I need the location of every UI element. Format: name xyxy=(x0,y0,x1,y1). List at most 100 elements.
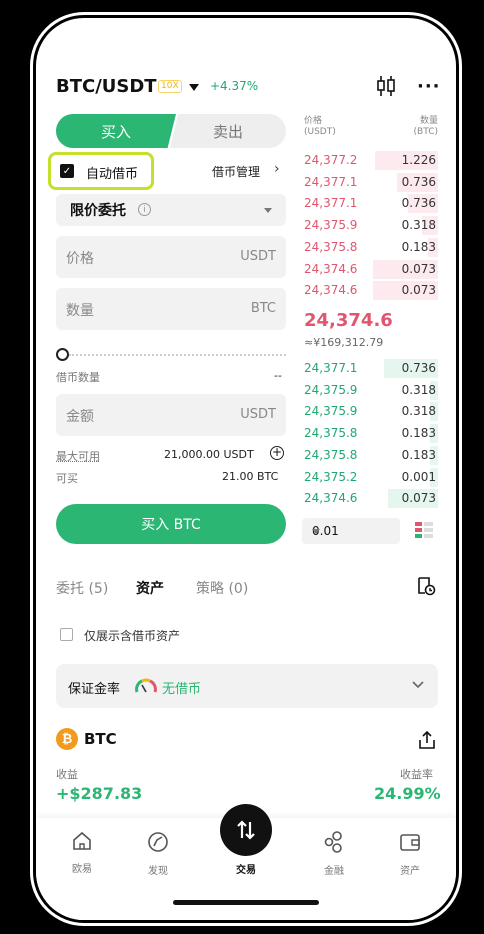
nav-discover[interactable]: 发现 xyxy=(128,830,188,877)
candlestick-chart-icon[interactable] xyxy=(376,75,396,97)
ask-row[interactable]: 24,374.6 0.073 xyxy=(302,259,438,280)
tab-strategy[interactable]: 策略 (0) xyxy=(196,578,248,598)
bid-row[interactable]: 24,377.1 0.736 xyxy=(302,358,438,379)
bid-row[interactable]: 24,375.2 0.001 xyxy=(302,467,438,488)
app-screen: BTC/USDT 10X +4.37% ··· 买入 卖出 ✓ 自动借币 借币管… xyxy=(36,18,456,920)
nav-home[interactable]: 欧易 xyxy=(52,830,112,875)
price-change: +4.37% xyxy=(210,79,259,93)
asset-coin-name[interactable]: BTC xyxy=(84,730,117,748)
amount-slider[interactable] xyxy=(56,348,286,361)
auto-borrow-label[interactable]: 自动借币 xyxy=(86,163,138,182)
ask-row[interactable]: 24,377.1 0.736 xyxy=(302,193,438,214)
plus-circle-icon[interactable]: + xyxy=(270,446,284,460)
amount-input[interactable]: 数量 BTC xyxy=(56,288,286,330)
bid-qty: 0.318 xyxy=(401,404,436,419)
ob-qty-header-text: 数量 xyxy=(419,116,438,126)
nav-assets-label: 资产 xyxy=(400,866,420,877)
can-buy-label: 可买 xyxy=(56,472,78,485)
slider-handle[interactable] xyxy=(56,348,69,361)
trade-button[interactable] xyxy=(220,804,272,856)
ask-price: 24,375.9 xyxy=(304,218,358,233)
nav-finance[interactable]: 金融 xyxy=(304,830,364,877)
ask-row[interactable]: 24,375.8 0.183 xyxy=(302,237,438,258)
filter-checkbox[interactable] xyxy=(60,628,73,641)
bid-qty: 0.736 xyxy=(401,361,436,375)
ob-price-header-text: 价格 xyxy=(304,116,323,126)
compass-icon xyxy=(148,832,168,852)
max-available-label[interactable]: 最大可用 xyxy=(56,448,100,464)
margin-ratio-card[interactable]: 保证金率 无借币 xyxy=(56,664,438,708)
chevron-down-icon xyxy=(312,529,320,534)
borrow-qty-label: 借币数量 xyxy=(56,371,100,384)
sell-tab[interactable]: 卖出 xyxy=(170,114,286,148)
bid-qty: 0.183 xyxy=(401,447,436,462)
ask-price: 24,377.2 xyxy=(304,153,358,167)
buy-tab[interactable]: 买入 xyxy=(56,114,176,148)
ask-qty: 0.073 xyxy=(401,261,436,276)
ask-row[interactable]: 24,375.9 0.318 xyxy=(302,215,438,236)
home-indicator xyxy=(173,900,319,905)
bid-qty: 0.073 xyxy=(401,491,436,506)
chevron-right-icon[interactable]: › xyxy=(274,161,280,177)
ask-row[interactable]: 24,377.1 0.736 xyxy=(302,172,438,193)
filter-label[interactable]: 仅展示含借币资产 xyxy=(84,627,180,644)
ask-qty: 0.736 xyxy=(401,196,436,211)
ask-qty: 1.226 xyxy=(401,153,436,167)
tab-orders[interactable]: 委托 (5) xyxy=(56,578,108,598)
bid-row[interactable]: 24,375.9 0.318 xyxy=(302,401,438,422)
info-icon[interactable]: i xyxy=(138,203,151,216)
bid-qty: 0.318 xyxy=(401,382,436,397)
swap-arrows-icon xyxy=(237,820,255,840)
bid-row[interactable]: 24,374.6 0.073 xyxy=(302,488,438,509)
pnl-rate-label: 收益率 xyxy=(400,768,433,781)
bid-price: 24,375.2 xyxy=(304,469,358,484)
order-type-select[interactable]: 限价委托 i xyxy=(56,194,286,226)
bid-row[interactable]: 24,375.8 0.183 xyxy=(302,445,438,466)
ask-row[interactable]: 24,377.2 1.226 xyxy=(302,150,438,171)
history-icon[interactable] xyxy=(416,576,436,596)
bid-price: 24,375.9 xyxy=(304,382,358,397)
orderbook-layout-icon[interactable] xyxy=(414,520,434,542)
finance-icon xyxy=(324,831,342,853)
ask-qty: 0.183 xyxy=(401,239,436,254)
ob-price-unit: (USDT) xyxy=(304,127,336,137)
ob-price-header: 价格 (USDT) xyxy=(304,116,336,138)
leverage-badge: 10X xyxy=(158,80,182,93)
ask-price: 24,374.6 xyxy=(304,283,358,298)
chevron-down-icon xyxy=(412,681,424,689)
more-icon[interactable]: ··· xyxy=(417,76,441,97)
bid-row[interactable]: 24,375.8 0.183 xyxy=(302,423,438,444)
price-unit: USDT xyxy=(240,249,276,264)
ask-price: 24,375.8 xyxy=(304,239,358,254)
total-placeholder: 金额 xyxy=(66,409,94,425)
amount-unit: BTC xyxy=(250,301,276,316)
borrow-manage-link[interactable]: 借币管理 xyxy=(212,163,260,180)
ask-qty: 0.736 xyxy=(401,174,436,189)
pnl-label: 收益 xyxy=(56,768,78,781)
nav-assets[interactable]: 资产 xyxy=(380,830,440,877)
ob-qty-header: 数量 (BTC) xyxy=(410,116,438,138)
btc-coin-icon: ₿ xyxy=(56,728,78,750)
precision-select[interactable]: 0.01 xyxy=(302,518,400,544)
ask-price: 24,377.1 xyxy=(304,174,358,189)
price-input[interactable]: 价格 USDT xyxy=(56,236,286,278)
slider-track xyxy=(69,354,286,356)
ask-qty: 0.073 xyxy=(401,283,436,298)
bid-row[interactable]: 24,375.9 0.318 xyxy=(302,380,438,401)
auto-borrow-checkbox[interactable]: ✓ xyxy=(60,164,74,178)
share-icon[interactable] xyxy=(418,730,436,750)
pair-dropdown-icon[interactable] xyxy=(189,84,199,91)
total-unit: USDT xyxy=(240,407,276,422)
nav-finance-label: 金融 xyxy=(324,866,344,877)
total-input[interactable]: 金额 USDT xyxy=(56,394,286,436)
pair-title[interactable]: BTC/USDT xyxy=(56,76,157,97)
bid-qty: 0.183 xyxy=(401,426,436,441)
margin-ratio-label: 保证金率 xyxy=(68,682,121,697)
chevron-down-icon xyxy=(264,208,272,213)
nav-trade-label[interactable]: 交易 xyxy=(226,861,266,876)
buy-btc-button[interactable]: 买入 BTC xyxy=(56,504,286,544)
wallet-icon xyxy=(400,834,420,851)
can-buy-value: 21.00 BTC xyxy=(222,470,279,483)
tab-assets[interactable]: 资产 xyxy=(136,578,164,598)
ask-row[interactable]: 24,374.6 0.073 xyxy=(302,280,438,301)
